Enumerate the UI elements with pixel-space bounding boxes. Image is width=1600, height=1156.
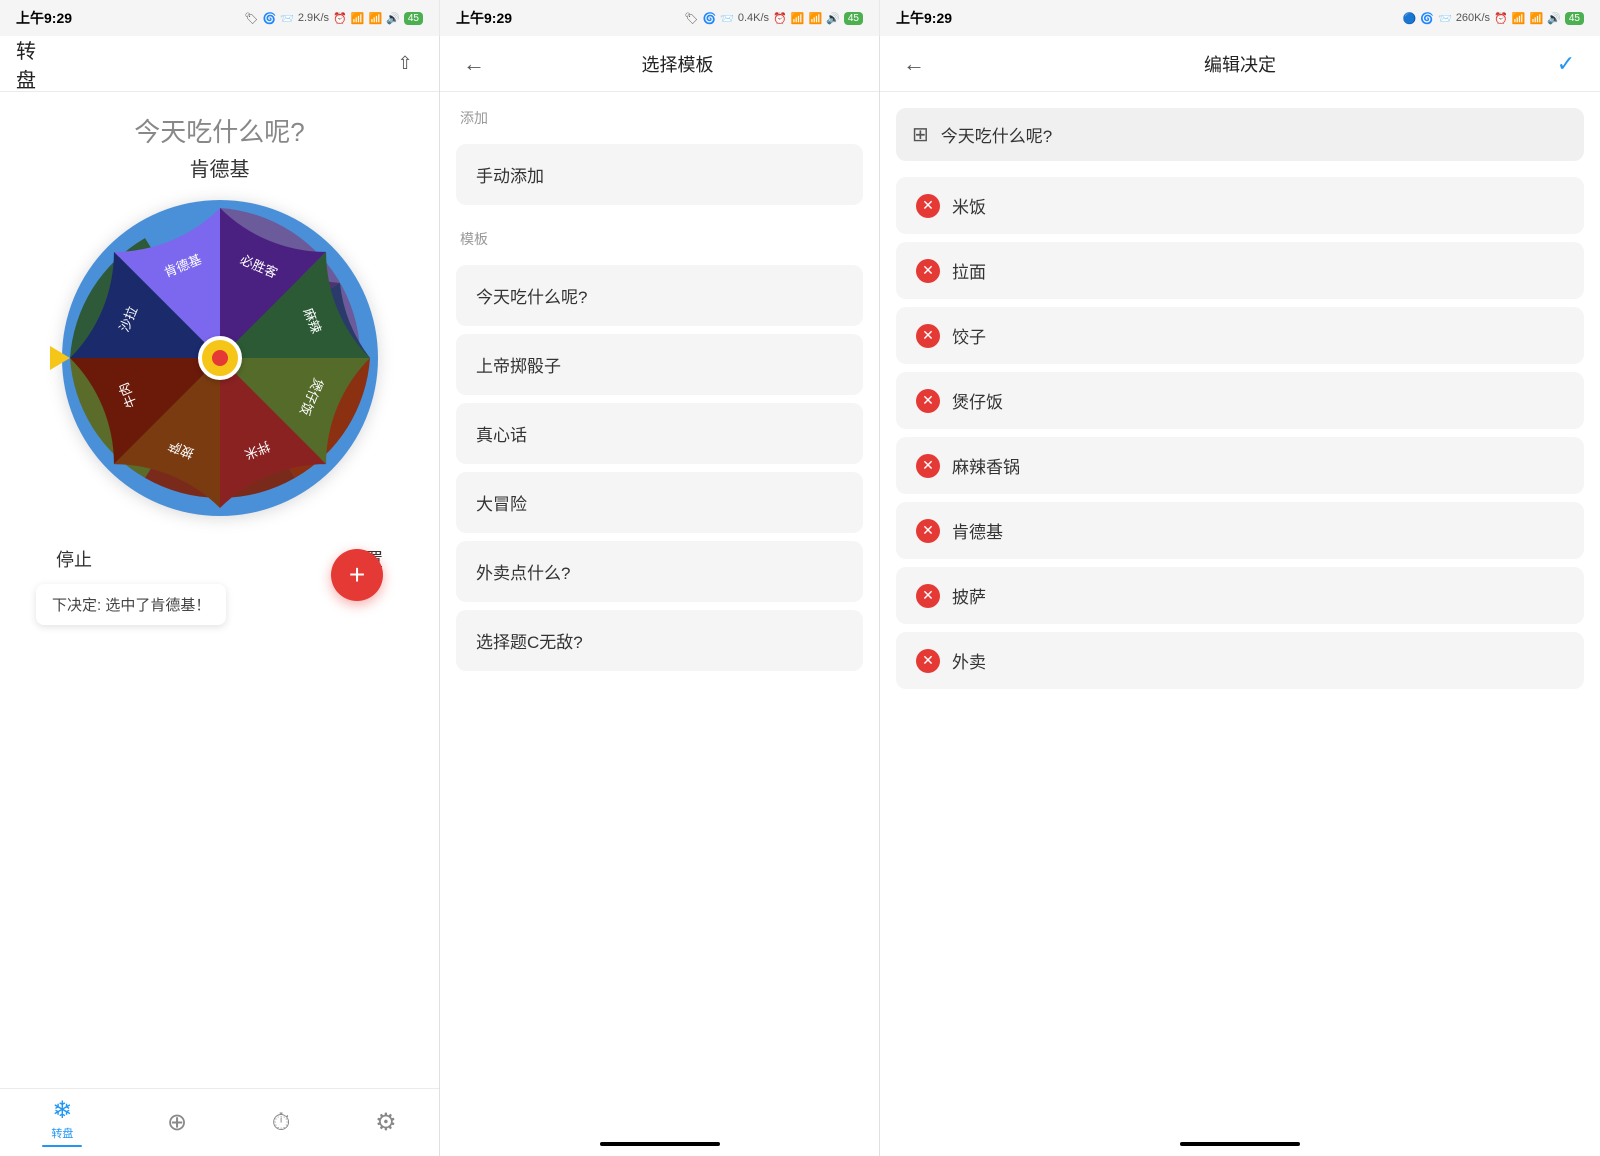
edit-item-3: ✕ 煲仔饭 bbox=[896, 372, 1584, 429]
spinner-panel: 转盘 ⇧ 今天吃什么呢? 肯德基 bbox=[0, 36, 440, 1156]
wheel-center bbox=[198, 336, 242, 380]
template-item-0[interactable]: 今天吃什么呢? bbox=[456, 265, 863, 326]
edit-item-5: ✕ 肯德基 bbox=[896, 502, 1584, 559]
fab-button[interactable]: + bbox=[331, 549, 383, 601]
edit-list-title: 今天吃什么呢? bbox=[941, 122, 1052, 147]
template-body: 添加 手动添加 模板 今天吃什么呢? 上帝掷骰子 真心话 大冒险 外卖点什么? … bbox=[440, 92, 879, 1134]
status-icons-2: 🏷🌀📨 0.4K/s ⏰📶📶🔊 45 bbox=[685, 12, 864, 25]
template-item-5[interactable]: 选择题C无敌? bbox=[456, 610, 863, 671]
edit-item-0: ✕ 米饭 bbox=[896, 177, 1584, 234]
template-back-icon[interactable]: ← bbox=[456, 46, 492, 82]
spinner-header: 转盘 ⇧ bbox=[0, 36, 439, 92]
edit-item-text-5: 肯德基 bbox=[952, 518, 1564, 543]
template-item-3[interactable]: 大冒险 bbox=[456, 472, 863, 533]
nav-add[interactable]: ⊕ bbox=[167, 1111, 187, 1135]
delete-item-4[interactable]: ✕ bbox=[916, 454, 940, 478]
decision-popup: 下决定: 选中了肯德基！ bbox=[36, 584, 226, 625]
delete-icon-1: ✕ bbox=[922, 262, 934, 279]
template-section-label: 模板 bbox=[440, 213, 879, 257]
nav-spinner-icon: ❄ bbox=[52, 1099, 72, 1123]
edit-list-header: ⊞ 今天吃什么呢? bbox=[896, 108, 1584, 161]
delete-icon-5: ✕ bbox=[922, 522, 934, 539]
edit-item-7: ✕ 外卖 bbox=[896, 632, 1584, 689]
nav-spinner-label: 转盘 bbox=[51, 1125, 73, 1141]
edit-item-4: ✕ 麻辣香锅 bbox=[896, 437, 1584, 494]
time-1: 上午9:29 bbox=[16, 8, 72, 28]
delete-item-2[interactable]: ✕ bbox=[916, 324, 940, 348]
delete-item-3[interactable]: ✕ bbox=[916, 389, 940, 413]
share-icon[interactable]: ⇧ bbox=[387, 46, 423, 82]
stop-button[interactable]: 停止 bbox=[56, 546, 92, 572]
delete-item-0[interactable]: ✕ bbox=[916, 194, 940, 218]
template-item-2[interactable]: 真心话 bbox=[456, 403, 863, 464]
spinner-result: 肯德基 bbox=[190, 153, 250, 182]
delete-icon-0: ✕ bbox=[922, 197, 934, 214]
bottom-indicator-2 bbox=[600, 1142, 720, 1146]
edit-item-text-0: 米饭 bbox=[952, 193, 1564, 218]
nav-history-icon: ⏱ bbox=[272, 1111, 291, 1135]
edit-item-text-1: 拉面 bbox=[952, 258, 1564, 283]
time-3: 上午9:29 bbox=[896, 8, 952, 28]
delete-icon-3: ✕ bbox=[922, 392, 934, 409]
delete-item-5[interactable]: ✕ bbox=[916, 519, 940, 543]
wheel-pointer bbox=[50, 346, 70, 370]
delete-item-7[interactable]: ✕ bbox=[916, 649, 940, 673]
template-item-1[interactable]: 上帝掷骰子 bbox=[456, 334, 863, 395]
edit-title: 编辑决定 bbox=[932, 51, 1548, 77]
time-2: 上午9:29 bbox=[456, 8, 512, 28]
edit-confirm-icon[interactable]: ✓ bbox=[1548, 46, 1584, 82]
edit-item-6: ✕ 披萨 bbox=[896, 567, 1584, 624]
edit-panel: ← 编辑决定 ✓ ⊞ 今天吃什么呢? ✕ 米饭 ✕ 拉面 bbox=[880, 36, 1600, 1156]
bookmark-icon: ⊞ bbox=[912, 122, 929, 147]
spinner-title: 转盘 bbox=[16, 46, 52, 82]
nav-settings-icon: ⚙ bbox=[375, 1111, 397, 1135]
nav-spinner[interactable]: ❄ 转盘 bbox=[42, 1099, 82, 1147]
bottom-indicator-3 bbox=[1180, 1142, 1300, 1146]
manual-add-item[interactable]: 手动添加 bbox=[456, 144, 863, 205]
template-header: ← 选择模板 bbox=[440, 36, 879, 92]
nav-indicator bbox=[42, 1145, 82, 1147]
delete-item-6[interactable]: ✕ bbox=[916, 584, 940, 608]
delete-icon-6: ✕ bbox=[922, 587, 934, 604]
status-icons-3: 🔵🌀📨 260K/s ⏰📶📶🔊 45 bbox=[1403, 12, 1584, 25]
edit-item-text-2: 饺子 bbox=[952, 323, 1564, 348]
template-title: 选择模板 bbox=[492, 51, 863, 77]
template-item-4[interactable]: 外卖点什么? bbox=[456, 541, 863, 602]
edit-item-text-4: 麻辣香锅 bbox=[952, 453, 1564, 478]
edit-body: ⊞ 今天吃什么呢? ✕ 米饭 ✕ 拉面 ✕ 饺子 bbox=[880, 92, 1600, 1134]
fab-plus-icon: + bbox=[349, 561, 365, 589]
status-icons-1: 🏷🌀📨 2.9K/s ⏰📶📶🔊 45 bbox=[245, 12, 424, 25]
edit-item-text-6: 披萨 bbox=[952, 583, 1564, 608]
nav-settings[interactable]: ⚙ bbox=[375, 1111, 397, 1135]
delete-icon-4: ✕ bbox=[922, 457, 934, 474]
wheel-container[interactable]: 必胜客 麻辣 煲仔饭 拌米 披萨 牛肉 沙拉 肯德基 bbox=[60, 198, 380, 518]
spinner-body: 今天吃什么呢? 肯德基 bbox=[0, 92, 439, 1088]
nav-add-icon: ⊕ bbox=[167, 1111, 187, 1135]
template-panel: ← 选择模板 添加 手动添加 模板 今天吃什么呢? 上帝掷骰子 真心话 大冒险 … bbox=[440, 36, 880, 1156]
delete-icon-7: ✕ bbox=[922, 652, 934, 669]
bottom-nav: ❄ 转盘 ⊕ ⏱ ⚙ bbox=[0, 1088, 439, 1156]
edit-back-icon[interactable]: ← bbox=[896, 46, 932, 82]
edit-header: ← 编辑决定 ✓ bbox=[880, 36, 1600, 92]
nav-history[interactable]: ⏱ bbox=[272, 1111, 291, 1135]
add-section-label: 添加 bbox=[440, 92, 879, 136]
delete-icon-2: ✕ bbox=[922, 327, 934, 344]
edit-item-2: ✕ 饺子 bbox=[896, 307, 1584, 364]
edit-item-text-3: 煲仔饭 bbox=[952, 388, 1564, 413]
edit-item-1: ✕ 拉面 bbox=[896, 242, 1584, 299]
delete-item-1[interactable]: ✕ bbox=[916, 259, 940, 283]
edit-item-text-7: 外卖 bbox=[952, 648, 1564, 673]
spinner-question: 今天吃什么呢? bbox=[134, 112, 304, 149]
wheel-center-dot bbox=[212, 350, 228, 366]
